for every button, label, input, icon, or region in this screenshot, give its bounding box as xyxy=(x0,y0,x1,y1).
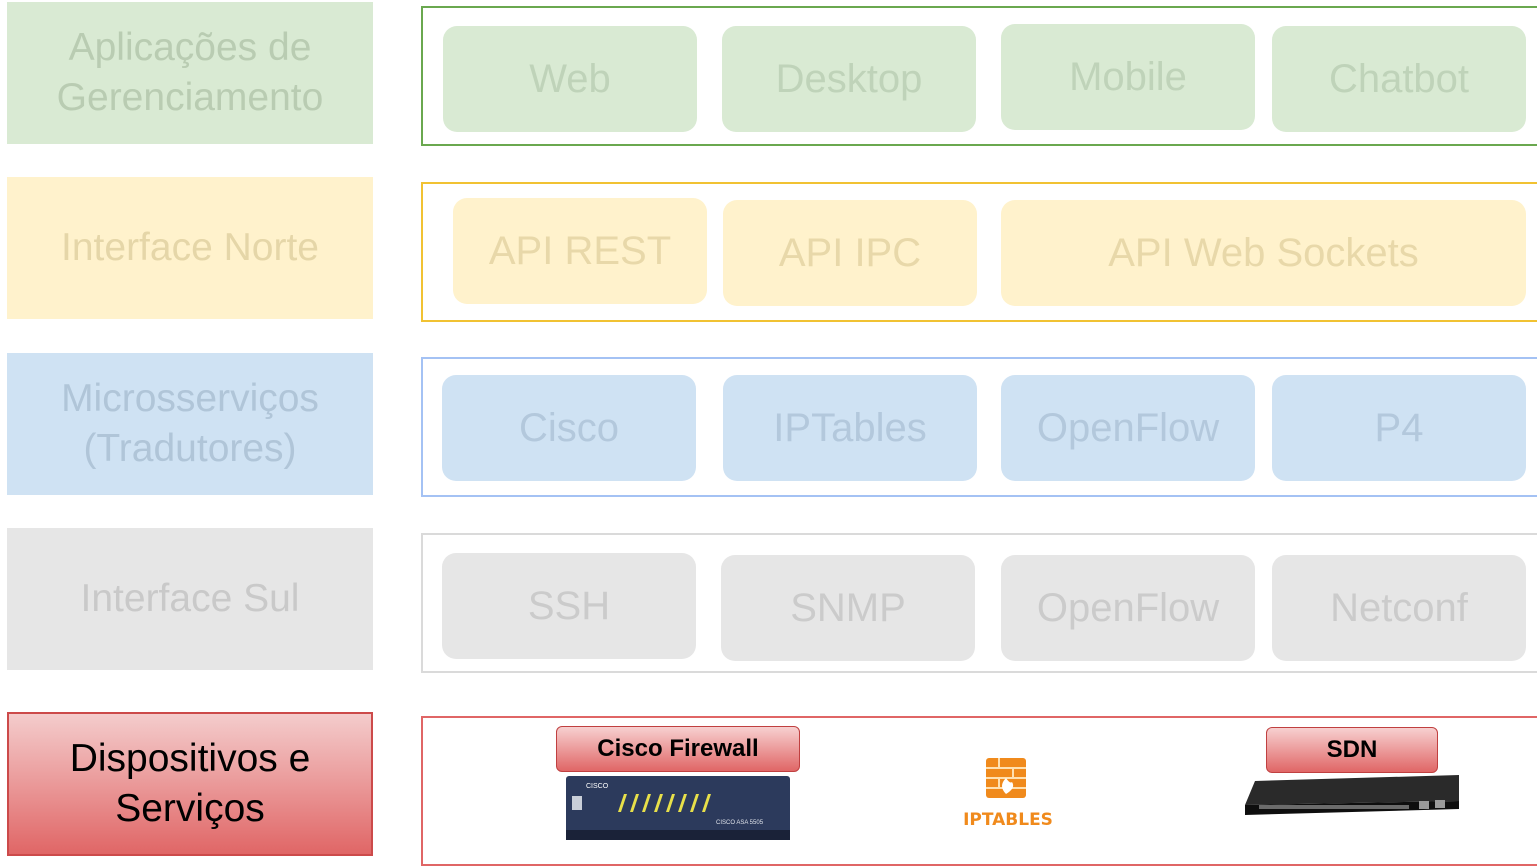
item-api-rest: API REST xyxy=(453,198,707,304)
layer-label-line1: Interface Sul xyxy=(80,577,300,620)
layer-label-northbound: Interface Norte xyxy=(7,177,373,319)
item-api-ipc: API IPC xyxy=(723,200,977,306)
item-api-web-sockets: API Web Sockets xyxy=(1001,200,1526,306)
item-ssh: SSH xyxy=(442,553,696,659)
layer-box-applications: Web Desktop Mobile Chatbot xyxy=(421,6,1537,146)
layer-label-line1: Interface Norte xyxy=(61,226,319,269)
layer-label-line2: Serviços xyxy=(115,787,265,830)
iptables-logo-text: IPTABLES xyxy=(963,810,1053,830)
cisco-firewall-tag: Cisco Firewall xyxy=(556,726,800,772)
item-openflow: OpenFlow xyxy=(1001,555,1255,661)
item-web: Web xyxy=(443,26,697,132)
item-cisco: Cisco xyxy=(442,375,696,481)
item-mobile: Mobile xyxy=(1001,24,1255,130)
layer-label-line1: Aplicações de xyxy=(68,26,312,69)
layer-label-microservices: Microsserviços (Tradutores) xyxy=(7,353,373,495)
sdn-tag: SDN xyxy=(1266,727,1438,773)
sdn-switch-image xyxy=(1245,775,1459,815)
layer-label-devices: Dispositivos e Serviços xyxy=(7,712,373,856)
item-snmp: SNMP xyxy=(721,555,975,661)
layer-label-southbound: Interface Sul xyxy=(7,528,373,670)
cisco-asa-device-image: CISCO CISCO ASA 5505 xyxy=(566,776,790,840)
layer-label-applications: Aplicações de Gerenciamento xyxy=(7,2,373,144)
item-desktop: Desktop xyxy=(722,26,976,132)
layer-label-line1: Microsserviços xyxy=(61,377,319,420)
layer-box-devices: CISCO CISCO ASA 5505 Cisco Firewall IPTA… xyxy=(421,716,1537,866)
item-p4: P4 xyxy=(1272,375,1526,481)
cisco-device-text: CISCO ASA 5505 xyxy=(716,820,764,826)
layer-box-microservices: Cisco IPTables OpenFlow P4 xyxy=(421,357,1537,497)
item-chatbot: Chatbot xyxy=(1272,26,1526,132)
item-netconf: Netconf xyxy=(1272,555,1526,661)
item-iptables: IPTables xyxy=(723,375,977,481)
layer-label-line2: Gerenciamento xyxy=(56,76,324,119)
layer-box-northbound: API REST API IPC API Web Sockets xyxy=(421,182,1537,322)
layer-box-southbound: SSH SNMP OpenFlow Netconf xyxy=(421,533,1537,673)
layer-label-line2: (Tradutores) xyxy=(83,427,297,470)
cisco-logo: CISCO xyxy=(586,783,609,790)
layer-label-line1: Dispositivos e xyxy=(69,737,311,780)
item-openflow: OpenFlow xyxy=(1001,375,1255,481)
iptables-logo-icon xyxy=(986,758,1026,798)
